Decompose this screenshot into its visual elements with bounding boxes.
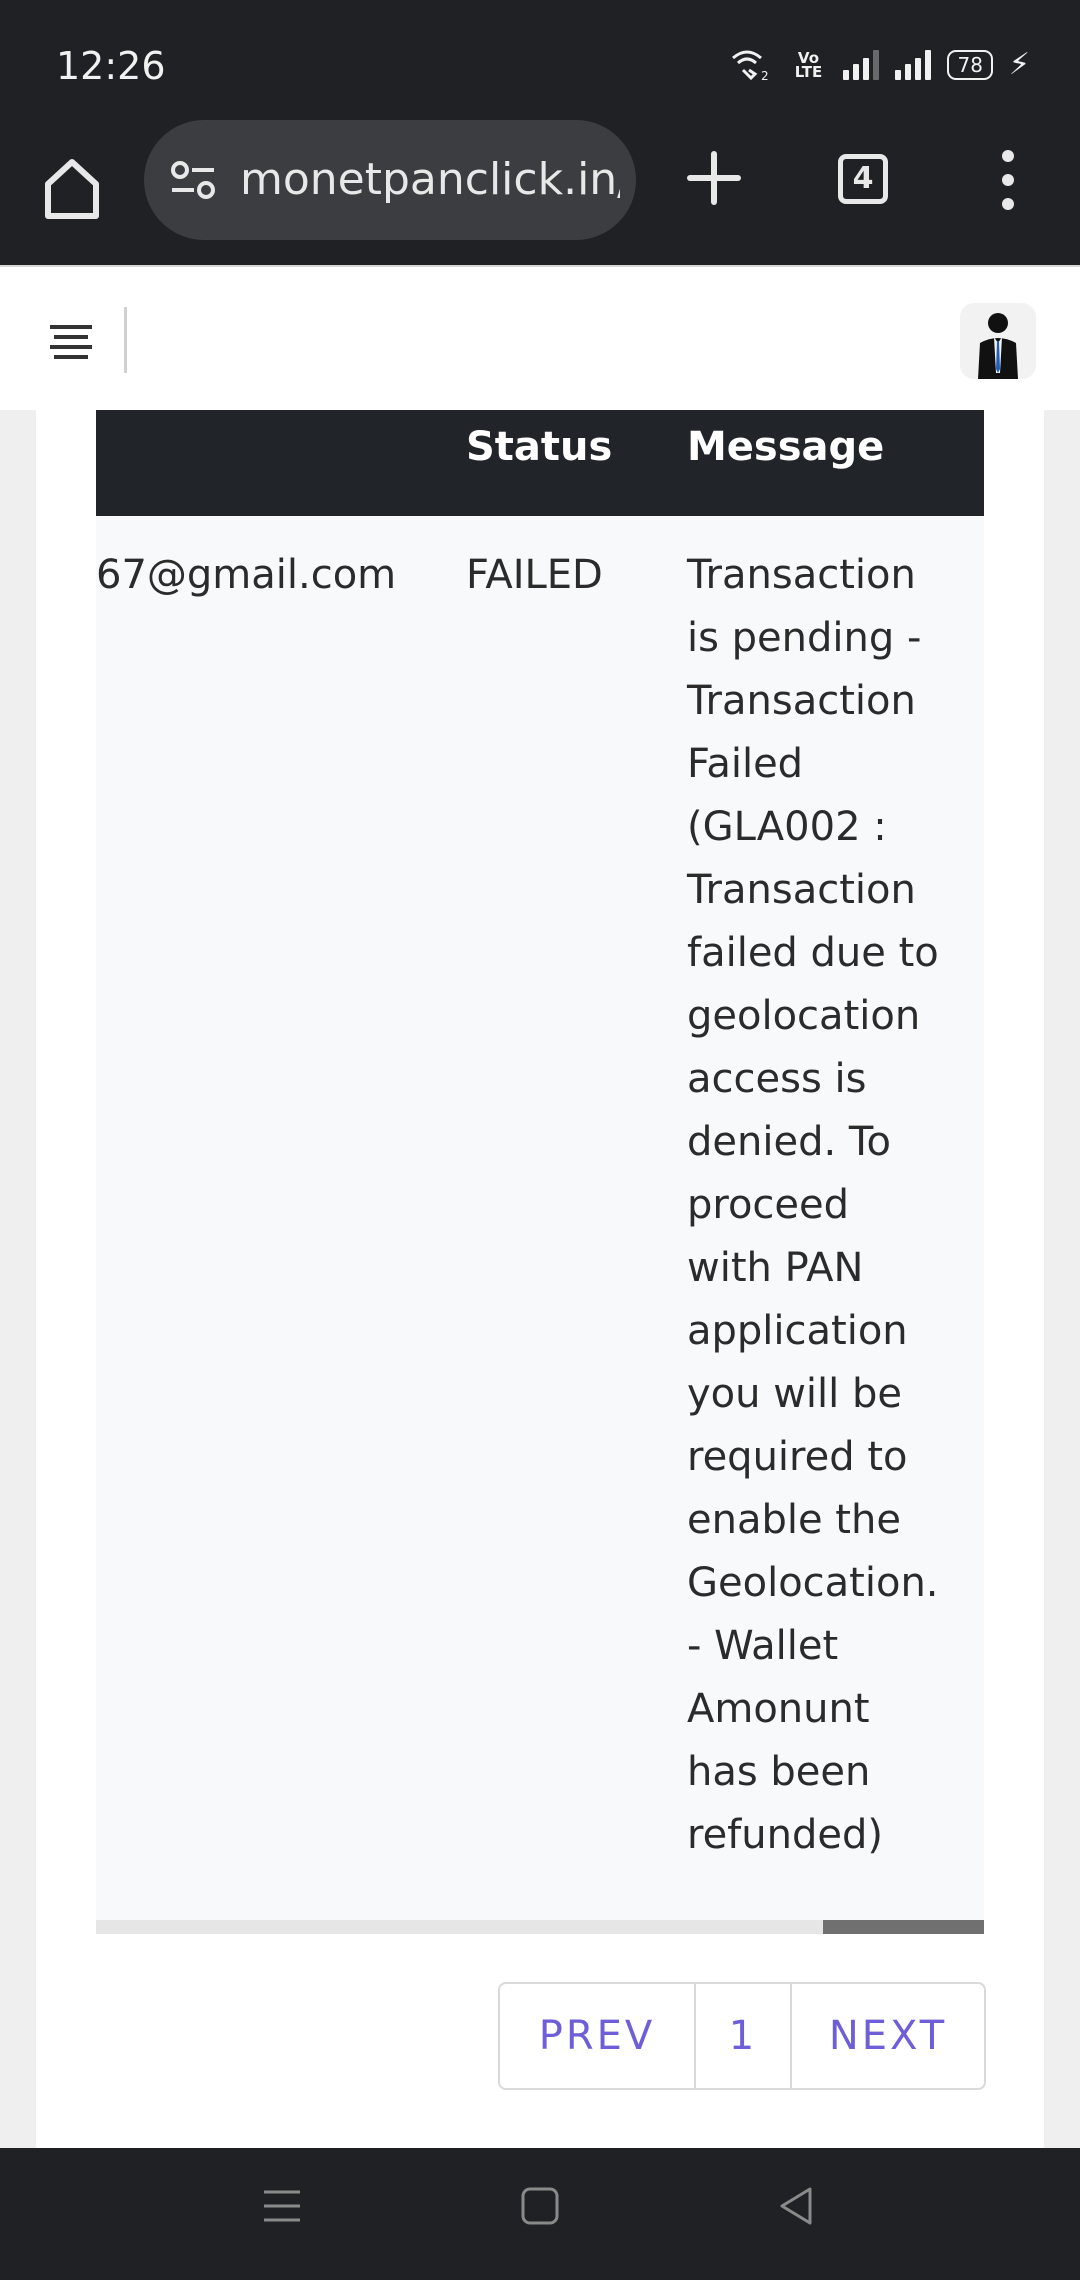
message-line: with PAN xyxy=(687,1245,864,1291)
message-line: you will be xyxy=(687,1371,902,1417)
hamburger-menu-icon[interactable] xyxy=(46,321,96,361)
user-avatar[interactable] xyxy=(960,303,1036,379)
message-line: access is xyxy=(687,1056,867,1102)
table-row: 67@gmail.com FAILED Transaction is pendin… xyxy=(96,516,984,1928)
next-button[interactable]: NEXT xyxy=(792,1984,984,2088)
pagination: PREV 1 NEXT xyxy=(498,1982,986,2090)
svg-text:2: 2 xyxy=(761,69,769,82)
signal-icon xyxy=(843,50,880,80)
message-line: failed due to xyxy=(687,930,939,976)
system-nav-bar xyxy=(0,2148,1080,2280)
home-icon[interactable] xyxy=(42,154,102,224)
site-settings-icon[interactable] xyxy=(170,160,216,200)
column-header-message: Message xyxy=(687,424,885,470)
tab-switcher-icon[interactable]: 4 xyxy=(838,154,888,204)
message-line: has been xyxy=(687,1749,871,1795)
status-icons: 2 Vo LTE 78 ⚡ xyxy=(729,48,1030,82)
message-line: Transaction xyxy=(687,552,916,598)
message-line: geolocation xyxy=(687,993,921,1039)
charging-icon: ⚡ xyxy=(1008,47,1030,82)
message-line: application xyxy=(687,1308,908,1354)
browser-toolbar: monetpanclick.in/ 4 xyxy=(0,120,1080,265)
new-tab-icon[interactable] xyxy=(686,150,742,206)
message-line: Transaction xyxy=(687,678,916,724)
message-line: is pending - xyxy=(687,615,922,661)
recent-apps-icon[interactable] xyxy=(262,2186,302,2226)
cell-status: FAILED xyxy=(466,552,603,598)
message-line: - Wallet xyxy=(687,1623,839,1669)
message-line: denied. To xyxy=(687,1119,892,1165)
cell-message: Transaction is pending - Transaction Failed… xyxy=(687,544,984,1867)
prev-button[interactable]: PREV xyxy=(500,1984,696,2088)
message-line: proceed xyxy=(687,1182,850,1228)
address-bar[interactable]: monetpanclick.in/ xyxy=(144,120,636,240)
wifi-calling-icon: 2 xyxy=(732,50,769,82)
address-bar-background[interactable]: monetpanclick.in/ xyxy=(144,120,636,240)
signal-icon xyxy=(895,50,932,80)
column-header-status: Status xyxy=(466,424,613,470)
page-1-button[interactable]: 1 xyxy=(696,1984,792,2088)
home-nav-icon[interactable] xyxy=(520,2186,560,2226)
back-icon[interactable] xyxy=(776,2186,816,2226)
message-line: Geolocation. xyxy=(687,1560,939,1606)
message-line: Transaction xyxy=(687,867,916,913)
clock: 12:26 xyxy=(56,44,166,88)
message-line: (GLA002 : xyxy=(687,804,887,850)
horizontal-scrollbar[interactable] xyxy=(96,1920,984,1934)
transactions-table[interactable]: Status Message 67@gmail.com FAILED Trans… xyxy=(96,410,984,1934)
header-divider xyxy=(124,307,127,373)
scrollbar-thumb[interactable] xyxy=(823,1920,984,1934)
url-text[interactable]: monetpanclick.in/ xyxy=(240,154,620,206)
battery-icon: 78 xyxy=(947,50,993,80)
table-header: Status Message xyxy=(96,410,984,516)
message-line: required to xyxy=(687,1434,908,1480)
site-header xyxy=(0,265,1080,410)
more-menu-icon[interactable] xyxy=(990,148,1026,212)
message-line: Failed xyxy=(687,741,804,787)
status-bar: 12:26 2 Vo LTE 78 ⚡ xyxy=(0,0,1080,120)
message-line: enable the xyxy=(687,1497,901,1543)
message-line: refunded) xyxy=(687,1812,883,1858)
message-line: Amonunt xyxy=(687,1686,870,1732)
volte-icon: Vo LTE xyxy=(794,49,823,81)
avatar-silhouette-icon xyxy=(978,313,1018,379)
cell-email: 67@gmail.com xyxy=(96,552,397,598)
